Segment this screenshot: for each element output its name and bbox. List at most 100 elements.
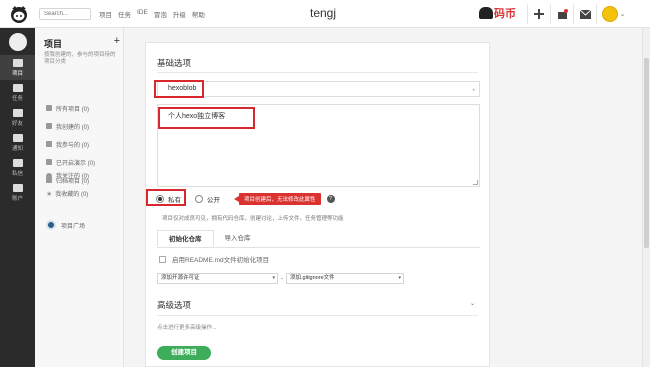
sidebar-item-plaza[interactable]: 项目广场	[46, 220, 85, 230]
license-select-value: 添加开源许可证	[161, 275, 200, 281]
sidebar-item-created[interactable]: 我创建的 (0)	[46, 117, 95, 135]
tab-init-repo[interactable]: 初始化仓库	[157, 230, 214, 247]
section-advanced-title[interactable]: 高级选项	[157, 299, 191, 311]
list-icon	[46, 105, 52, 111]
pencil-icon	[46, 123, 52, 129]
section-basic-title: 基础选项	[157, 58, 192, 68]
add-project-icon[interactable]: +	[114, 35, 120, 47]
inbox-icon	[12, 133, 23, 142]
mascot-icon	[479, 7, 493, 19]
visibility-tooltip: 项目创建后，无法修改此属性	[234, 193, 321, 205]
leftnav-item-tasks[interactable]: 任务	[0, 80, 35, 105]
repo-template-selects: 添加开源许可证 ▾ - 添加.gitignore文件 ▾	[157, 273, 404, 284]
help-icon[interactable]: ?	[326, 195, 335, 203]
task-icon	[12, 83, 23, 92]
public-radio[interactable]	[195, 195, 203, 203]
user-icon	[12, 108, 23, 117]
sidebar-item-label: 我关注的 (0)	[56, 174, 90, 180]
license-select[interactable]: 添加开源许可证 ▾	[157, 273, 278, 284]
gitignore-select-value: 添加.gitignore文件	[290, 275, 335, 281]
resize-handle[interactable]	[473, 180, 478, 185]
repo-tabs: 初始化仓库 导入仓库	[157, 230, 480, 248]
leftnav-label: 好友	[11, 120, 23, 127]
sidebar-item-starred[interactable]: ★ 我收藏的 (0)	[46, 189, 89, 199]
notification-icon[interactable]	[550, 4, 573, 24]
sidebar-item-demo[interactable]: 已开启演示 (0)	[46, 153, 95, 171]
sidebar-item-label: 我收藏的 (0)	[55, 192, 89, 198]
sidebar-item-all[interactable]: 所有项目 (0)	[46, 99, 95, 117]
create-project-form: 基础选项 hexoblob * 个人hexo独立博客 私有 公开 项目创建后，无…	[145, 42, 490, 367]
readme-label: 启用README.md文件初始化项目	[172, 257, 270, 264]
plus-icon[interactable]	[527, 4, 550, 24]
mail-icon	[12, 158, 23, 167]
sidebar-item-label: 已开启演示 (0)	[56, 160, 96, 167]
sidebar-header: 项目 + 按我创建的、参与的项目待的项目分类	[44, 35, 120, 66]
sidebar-item-joined[interactable]: 我参与的 (0)	[46, 135, 95, 153]
divider	[157, 315, 478, 316]
sidebar-item-label: 所有项目 (0)	[56, 106, 90, 113]
sidebar-title: 项目	[44, 39, 63, 49]
readme-option[interactable]: 启用README.md文件初始化项目	[159, 254, 269, 264]
leftnav-item-messages[interactable]: 私信	[0, 155, 35, 180]
public-label: 公开	[207, 197, 220, 204]
leftnav-label: 任务	[11, 95, 23, 102]
coding-logo-icon[interactable]	[9, 4, 29, 24]
sidebar-item-watched[interactable]: 我关注的 (0)	[46, 171, 89, 180]
separator: -	[281, 275, 283, 282]
sidebar-description: 按我创建的、参与的项目待的项目分类	[44, 52, 116, 65]
advanced-description[interactable]: 点击进行更多高级操作...	[157, 323, 217, 331]
visibility-description: 项目仅对成员可见，拥有代码仓库，创建讨论，上传文件，任务管理等功能	[162, 216, 344, 222]
required-mark: *	[472, 89, 475, 95]
search-input[interactable]	[39, 8, 91, 20]
eye-icon	[46, 172, 52, 179]
compass-icon	[46, 220, 56, 230]
highlight-box	[146, 189, 186, 206]
leftnav-item-projects[interactable]: 项目	[0, 55, 35, 80]
sidebar-item-label: 项目广场	[61, 223, 86, 230]
user-avatar[interactable]	[8, 33, 27, 51]
caret-down-icon: ▾	[272, 275, 275, 281]
leftnav-item-account[interactable]: 账户	[0, 180, 35, 205]
tab-import-repo[interactable]: 导入仓库	[214, 230, 262, 247]
user-icon	[46, 141, 52, 147]
user-icon	[12, 183, 23, 192]
top-bar: 项目 任务 IDE 冒泡 升级 帮助 tengj 码币 ⌄	[0, 0, 650, 28]
project-sidebar: 项目 + 按我创建的、参与的项目待的项目分类 所有项目 (0) 我创建的 (0)…	[35, 28, 124, 367]
gear-icon	[46, 159, 52, 165]
user-menu[interactable]: ⌄	[596, 4, 626, 24]
mail-icon[interactable]	[573, 4, 596, 24]
caret-down-icon: ▾	[398, 275, 401, 281]
readme-checkbox[interactable]	[159, 255, 166, 263]
highlight-box	[154, 80, 204, 98]
leftnav-label: 通知	[11, 145, 23, 152]
sidebar-item-label: 我创建的 (0)	[56, 124, 90, 131]
chevron-down-icon[interactable]: ⌄	[470, 300, 475, 307]
top-actions: ⌄	[527, 4, 626, 24]
top-nav: 项目 任务 IDE 冒泡 升级 帮助	[99, 9, 205, 19]
sidebar-item-label: 我参与的 (0)	[56, 142, 90, 149]
leftnav-item-friends[interactable]: 好友	[0, 105, 35, 130]
gitignore-select[interactable]: 添加.gitignore文件 ▾	[286, 273, 404, 284]
leftnav-item-notifications[interactable]: 通知	[0, 130, 35, 155]
page-scrollbar[interactable]	[642, 28, 650, 367]
star-icon: ★	[46, 190, 53, 198]
leftnav-label: 项目	[11, 70, 23, 77]
folder-icon	[12, 58, 23, 67]
avatar	[601, 6, 618, 22]
nav-upgrade[interactable]: 升级	[173, 9, 186, 19]
page-title: tengj	[310, 6, 337, 20]
nav-tasks[interactable]: 任务	[118, 9, 131, 19]
nav-help[interactable]: 帮助	[192, 9, 205, 19]
nav-ide[interactable]: IDE	[137, 9, 148, 19]
coin-label: 码币	[494, 8, 516, 20]
coin-link[interactable]: 码币	[479, 5, 516, 21]
leftnav-label: 私信	[11, 170, 23, 177]
scrollbar-thumb[interactable]	[644, 58, 649, 248]
nav-projects[interactable]: 项目	[99, 9, 112, 19]
highlight-box	[158, 107, 255, 129]
create-project-button[interactable]: 创建项目	[157, 346, 211, 360]
project-name-input[interactable]: hexoblob *	[157, 81, 480, 97]
divider	[157, 72, 478, 73]
left-nav: 项目 任务 好友 通知 私信 账户	[0, 28, 35, 367]
nav-bubble[interactable]: 冒泡	[154, 9, 167, 19]
